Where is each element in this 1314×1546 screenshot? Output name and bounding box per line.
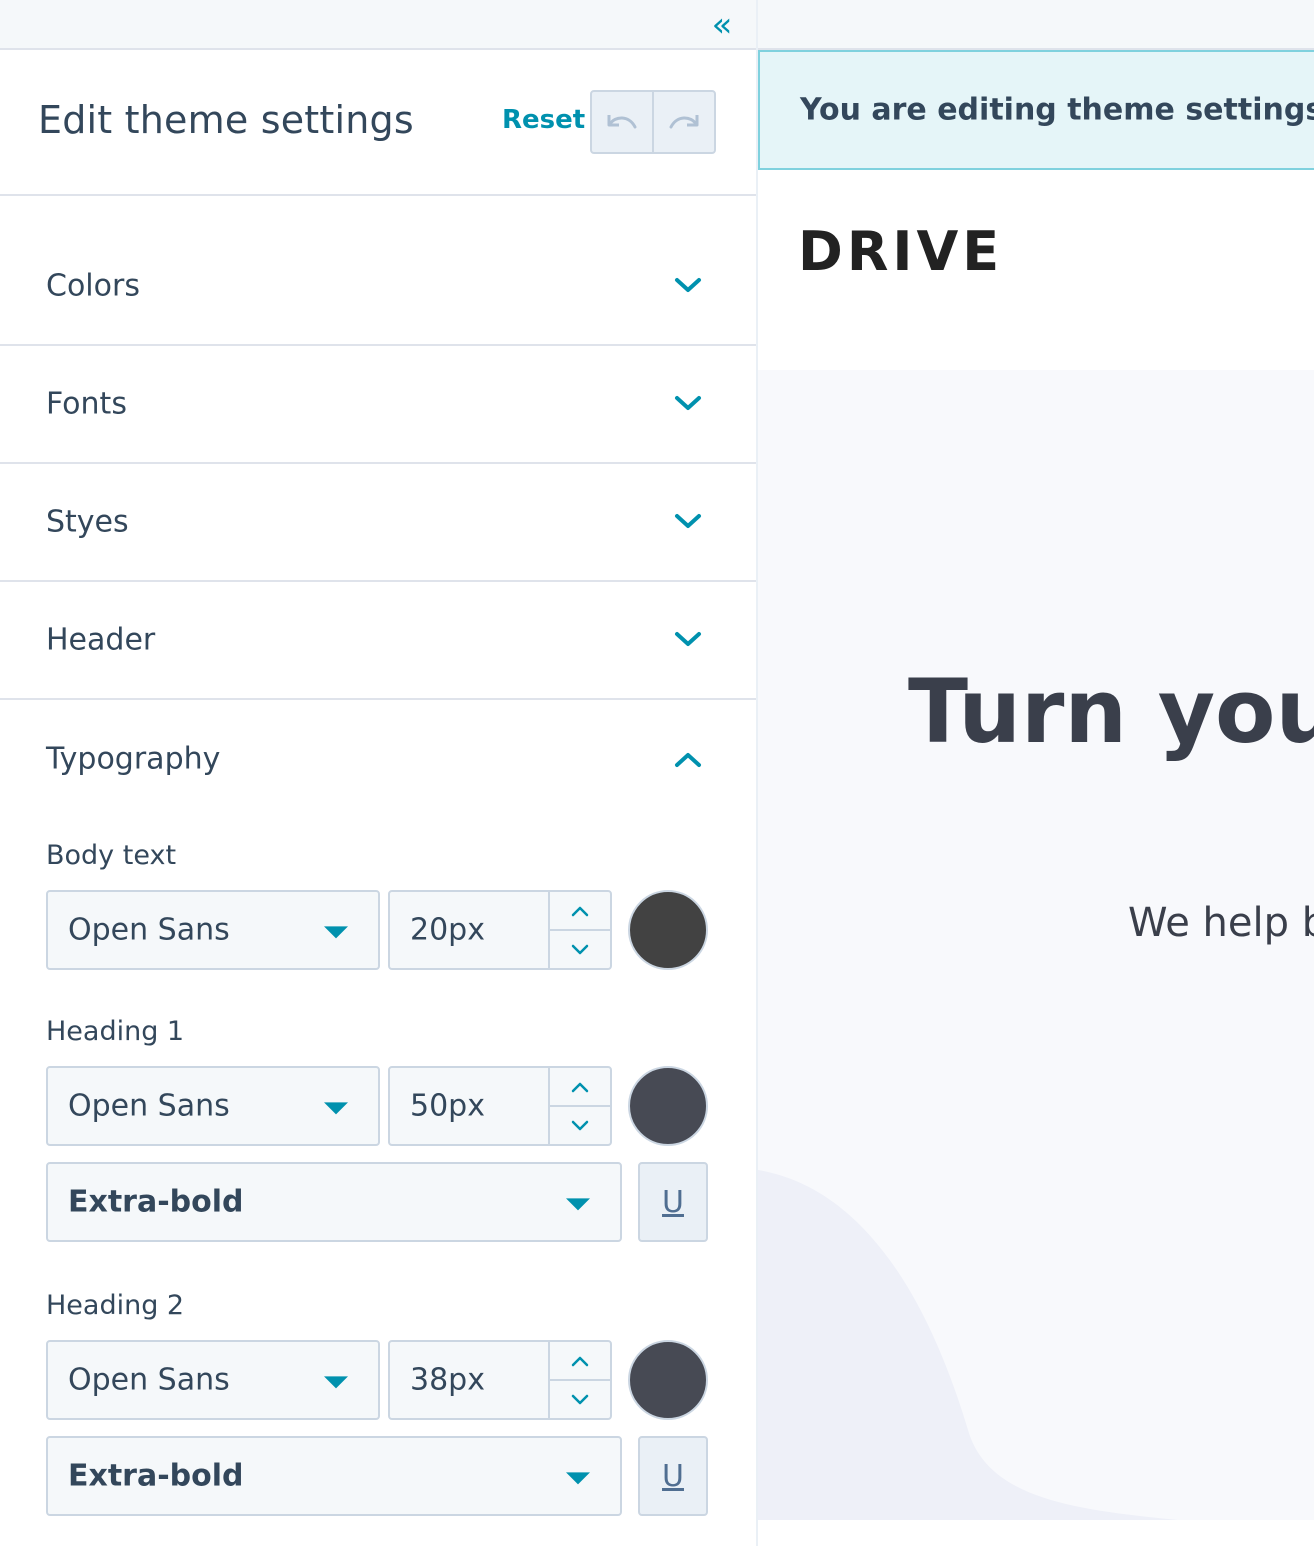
heading-2-label: Heading 2 bbox=[46, 1290, 185, 1321]
section-label: Styes bbox=[46, 504, 129, 540]
chevron-down-icon bbox=[571, 1120, 589, 1130]
increment-button[interactable] bbox=[550, 1068, 610, 1105]
caret-down-icon bbox=[324, 1102, 348, 1115]
redo-button[interactable] bbox=[652, 92, 714, 152]
increment-button[interactable] bbox=[550, 1342, 610, 1379]
chevron-down-icon bbox=[571, 944, 589, 954]
h1-color-swatch[interactable] bbox=[628, 1066, 708, 1146]
h2-font-value: Open Sans bbox=[68, 1362, 230, 1398]
hero-title: Turn your bbox=[908, 660, 1314, 763]
chevron-down-icon bbox=[571, 1394, 589, 1404]
preview-hero: Turn your We help b bbox=[758, 370, 1314, 1520]
h1-underline-button[interactable]: U bbox=[638, 1162, 708, 1242]
preview-bottom-strip bbox=[758, 1520, 1314, 1546]
panel-top-bar: « bbox=[0, 0, 756, 50]
section-fonts[interactable]: Fonts bbox=[0, 346, 756, 464]
h1-size-stepper bbox=[548, 1068, 610, 1144]
section-header[interactable]: Header bbox=[0, 582, 756, 700]
body-font-value: Open Sans bbox=[68, 912, 230, 948]
site-logo: DRIVE bbox=[798, 220, 1004, 283]
h1-size-input[interactable]: 50px bbox=[388, 1066, 612, 1146]
section-label: Typography bbox=[46, 741, 221, 777]
underline-icon: U bbox=[662, 1184, 684, 1220]
section-label: Header bbox=[46, 622, 156, 658]
preview-site-header: DRIVE bbox=[758, 170, 1314, 370]
increment-button[interactable] bbox=[550, 892, 610, 929]
site-preview: You are editing theme settings. DRIVE Tu… bbox=[758, 0, 1314, 1546]
caret-down-icon bbox=[324, 926, 348, 939]
section-styles[interactable]: Styes bbox=[0, 464, 756, 582]
collapse-panel-icon[interactable]: « bbox=[702, 6, 742, 44]
panel-header: Edit theme settings Reset bbox=[0, 50, 756, 196]
h1-font-select[interactable]: Open Sans bbox=[46, 1066, 380, 1146]
chevron-down-icon bbox=[672, 630, 704, 650]
section-colors[interactable]: Colors bbox=[0, 228, 756, 346]
undo-icon bbox=[607, 115, 637, 129]
undo-redo-group bbox=[590, 90, 716, 154]
chevron-up-icon bbox=[571, 906, 589, 916]
redo-icon bbox=[669, 115, 699, 129]
h2-font-select[interactable]: Open Sans bbox=[46, 1340, 380, 1420]
chevron-down-icon bbox=[672, 394, 704, 414]
h2-weight-select[interactable]: Extra-bold bbox=[46, 1436, 622, 1516]
body-color-swatch[interactable] bbox=[628, 890, 708, 970]
page-title: Edit theme settings bbox=[38, 98, 414, 142]
editing-banner-text: You are editing theme settings. bbox=[800, 92, 1314, 128]
caret-down-icon bbox=[566, 1472, 590, 1485]
h1-font-value: Open Sans bbox=[68, 1088, 230, 1124]
decrement-button[interactable] bbox=[550, 929, 610, 968]
h1-size-value: 50px bbox=[410, 1088, 485, 1124]
decrement-button[interactable] bbox=[550, 1379, 610, 1418]
editing-banner: You are editing theme settings. bbox=[758, 50, 1314, 170]
h1-weight-value: Extra-bold bbox=[68, 1184, 244, 1220]
section-typography-header[interactable]: Typography bbox=[0, 700, 756, 818]
h2-size-value: 38px bbox=[410, 1362, 485, 1398]
h2-size-stepper bbox=[548, 1342, 610, 1418]
section-label: Fonts bbox=[46, 386, 127, 422]
decrement-button[interactable] bbox=[550, 1105, 610, 1144]
heading-1-label: Heading 1 bbox=[46, 1016, 185, 1047]
chevron-up-icon bbox=[571, 1082, 589, 1092]
app-root: « Edit theme settings Reset Colors Fonts… bbox=[0, 0, 1314, 1546]
body-text-label: Body text bbox=[46, 840, 177, 871]
undo-button[interactable] bbox=[592, 92, 652, 152]
underline-icon: U bbox=[662, 1458, 684, 1494]
h2-underline-button[interactable]: U bbox=[638, 1436, 708, 1516]
section-typography: Typography Body text Open Sans 20px Head… bbox=[0, 700, 756, 1546]
hero-subtitle: We help b bbox=[1128, 900, 1314, 946]
h2-color-swatch[interactable] bbox=[628, 1340, 708, 1420]
reset-button[interactable]: Reset bbox=[502, 105, 585, 135]
body-font-select[interactable]: Open Sans bbox=[46, 890, 380, 970]
h2-weight-value: Extra-bold bbox=[68, 1458, 244, 1494]
body-size-input[interactable]: 20px bbox=[388, 890, 612, 970]
body-size-stepper bbox=[548, 892, 610, 968]
body-size-value: 20px bbox=[410, 912, 485, 948]
h2-size-input[interactable]: 38px bbox=[388, 1340, 612, 1420]
theme-settings-panel: « Edit theme settings Reset Colors Fonts… bbox=[0, 0, 758, 1546]
chevron-down-icon bbox=[672, 276, 704, 296]
preview-top-bar bbox=[758, 0, 1314, 50]
chevron-up-icon bbox=[672, 749, 704, 769]
caret-down-icon bbox=[566, 1198, 590, 1211]
caret-down-icon bbox=[324, 1376, 348, 1389]
section-label: Colors bbox=[46, 268, 140, 304]
chevron-up-icon bbox=[571, 1356, 589, 1366]
chevron-down-icon bbox=[672, 512, 704, 532]
h1-weight-select[interactable]: Extra-bold bbox=[46, 1162, 622, 1242]
